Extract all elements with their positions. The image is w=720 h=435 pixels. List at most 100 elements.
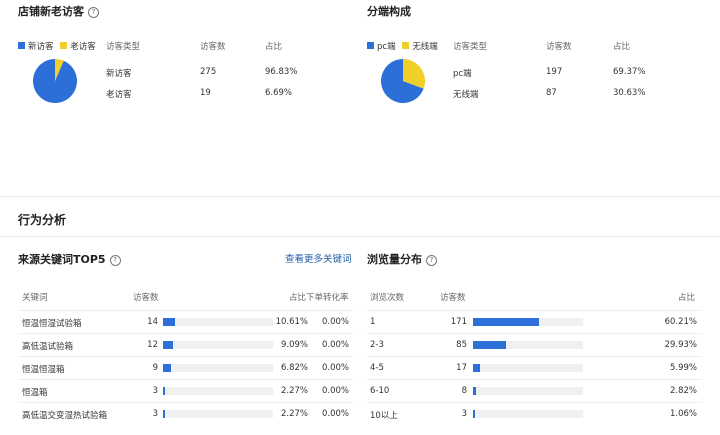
- device-panel-title: 分端构成: [367, 5, 411, 18]
- col-header-pct: 占比: [289, 293, 307, 303]
- row-keyword: 高低温交变湿热试验箱: [22, 411, 108, 421]
- row-bar-fill: [473, 410, 475, 418]
- more-keywords-link[interactable]: 查看更多关键词: [285, 251, 352, 265]
- legend-item-mobile[interactable]: 无线端: [402, 42, 438, 52]
- pageviews-title-text: 浏览量分布: [367, 253, 422, 266]
- row-keyword: 恒温箱: [22, 388, 48, 398]
- row-bar-fill: [163, 410, 166, 418]
- row-bar: [163, 341, 273, 349]
- row-divider: [18, 333, 353, 334]
- col-header-pct: 占比: [613, 42, 631, 52]
- row-count: 8: [461, 386, 467, 396]
- row-pct: 2.27%: [280, 386, 308, 396]
- row-bar: [163, 410, 273, 418]
- legend-swatch-icon: [367, 42, 374, 49]
- row-bar-fill: [473, 318, 540, 326]
- row-bar-fill: [473, 341, 506, 349]
- col-header-type: 访客类型: [453, 42, 488, 52]
- legend-item-new[interactable]: 新访客: [18, 42, 54, 52]
- row-divider: [18, 379, 353, 380]
- row-bar: [163, 364, 273, 372]
- device-pie-chart: [381, 59, 425, 103]
- row-range: 6-10: [370, 386, 390, 396]
- row-bar-fill: [163, 364, 171, 372]
- row-pct: 29.93%: [664, 340, 697, 350]
- row-divider: [18, 310, 353, 311]
- row-count: 171: [450, 317, 467, 327]
- row-pct: 6.69%: [265, 88, 293, 98]
- row-bar: [473, 387, 583, 395]
- col-header-range: 浏览次数: [370, 293, 405, 303]
- help-icon[interactable]: ?: [109, 255, 121, 266]
- row-pct: 30.63%: [613, 88, 646, 98]
- help-icon[interactable]: ?: [88, 7, 99, 18]
- section-divider: [0, 236, 720, 237]
- row-conversion: 0.00%: [321, 363, 349, 373]
- pageviews-panel-title: 浏览量分布?: [367, 251, 437, 267]
- row-count: 3: [152, 409, 158, 419]
- row-pct: 2.82%: [669, 386, 697, 396]
- col-header-pct: 占比: [265, 42, 283, 52]
- legend-item-old[interactable]: 老访客: [60, 42, 96, 52]
- row-divider: [367, 310, 702, 311]
- row-pct: 1.06%: [669, 409, 697, 419]
- row-keyword: 恒温恒湿试验箱: [22, 319, 82, 329]
- section-divider: [0, 196, 720, 197]
- row-bar: [473, 364, 583, 372]
- visitor-panel-title: 店铺新老访客?: [18, 3, 99, 19]
- legend-label: 老访客: [70, 42, 96, 52]
- col-header-keyword: 关键词: [22, 293, 48, 303]
- keywords-panel-title: 来源关键词TOP5?: [18, 251, 121, 267]
- legend-swatch-icon: [18, 42, 25, 49]
- row-divider: [18, 356, 353, 357]
- row-count: 17: [456, 363, 467, 373]
- row-type: 新访客: [106, 69, 132, 79]
- keywords-title-text: 来源关键词TOP5: [18, 253, 106, 266]
- row-conversion: 0.00%: [321, 340, 349, 350]
- row-range: 2-3: [370, 340, 384, 350]
- row-keyword: 恒温恒湿箱: [22, 365, 65, 375]
- visitor-pie-chart: [33, 59, 77, 103]
- col-header-conversion: 下单转化率: [306, 293, 349, 303]
- row-bar-fill: [473, 387, 477, 395]
- col-header-type: 访客类型: [106, 42, 141, 52]
- row-count: 3: [152, 386, 158, 396]
- row-bar: [473, 318, 583, 326]
- row-type: 无线端: [453, 90, 479, 100]
- help-icon[interactable]: ?: [426, 255, 437, 266]
- row-keyword: 高低温试验箱: [22, 342, 74, 352]
- row-divider: [367, 333, 702, 334]
- row-range: 10以上: [370, 411, 398, 421]
- visitor-legend: 新访客 老访客: [18, 40, 96, 52]
- row-pct: 6.82%: [280, 363, 308, 373]
- row-type: 老访客: [106, 90, 132, 100]
- col-header-pct: 占比: [678, 293, 696, 303]
- row-divider: [367, 379, 702, 380]
- row-bar: [473, 341, 583, 349]
- row-type: pc端: [453, 69, 472, 79]
- row-pct: 9.09%: [280, 340, 308, 350]
- row-pct: 10.61%: [275, 317, 308, 327]
- row-pct: 60.21%: [664, 317, 697, 327]
- row-conversion: 0.00%: [321, 386, 349, 396]
- legend-swatch-icon: [60, 42, 68, 49]
- row-bar-fill: [163, 318, 175, 326]
- behavior-section-title: 行为分析: [18, 213, 67, 227]
- row-bar-fill: [163, 341, 173, 349]
- row-count: 3: [461, 409, 467, 419]
- device-legend: pc端 无线端: [367, 40, 438, 52]
- row-count: 12: [147, 340, 158, 350]
- row-range: 1: [370, 317, 376, 327]
- row-bar: [473, 410, 583, 418]
- legend-item-pc[interactable]: pc端: [367, 42, 396, 52]
- row-divider: [18, 402, 353, 403]
- row-divider: [367, 402, 702, 403]
- row-pct: 2.27%: [280, 409, 308, 419]
- col-header-count: 访客数: [546, 42, 572, 52]
- col-header-count: 访客数: [200, 42, 226, 52]
- row-pct: 5.99%: [669, 363, 697, 373]
- legend-label: 新访客: [28, 42, 54, 52]
- row-count: 19: [200, 88, 211, 98]
- visitor-title-text: 店铺新老访客: [18, 5, 84, 18]
- row-count: 197: [546, 67, 563, 77]
